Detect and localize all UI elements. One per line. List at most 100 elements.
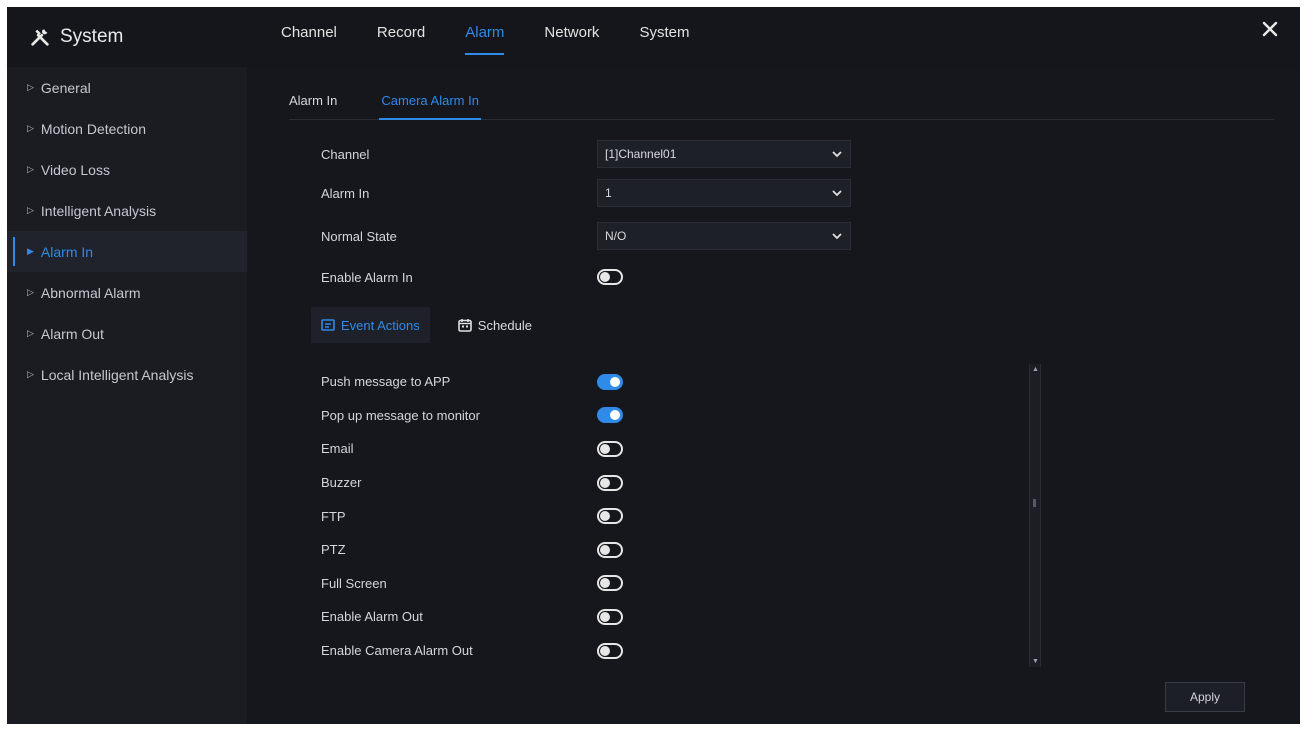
sidebar-item-label: Local Intelligent Analysis <box>40 366 194 383</box>
toggle-knob <box>600 272 610 282</box>
main-panel: Alarm In Camera Alarm In Channel [1]Chan… <box>247 67 1300 724</box>
action-label: FTP <box>321 508 346 524</box>
action-label: Pop up message to monitor <box>321 407 480 423</box>
toggle-knob <box>610 376 620 387</box>
alarm-in-select[interactable]: 1 <box>597 179 851 207</box>
toggle-knob <box>610 410 620 421</box>
nav-system[interactable]: System <box>639 7 689 67</box>
list-item: Email <box>321 432 1041 466</box>
enable-alarm-in-label: Enable Alarm In <box>321 269 413 285</box>
action-tabs: Event Actions Schedule <box>311 307 560 343</box>
sub-tabs: Alarm In Camera Alarm In <box>289 85 1274 120</box>
caret-right-icon: ▶ <box>27 246 34 256</box>
caret-right-icon: ▷ <box>27 205 34 215</box>
list-item: FTP <box>321 499 1041 533</box>
sidebar-item-motion-detection[interactable]: ▷ Motion Detection <box>7 108 247 149</box>
event-actions-label: Event Actions <box>341 317 420 333</box>
scrollbar[interactable]: ▲ ▼ <box>1029 364 1041 667</box>
action-label: Email <box>321 441 354 457</box>
action-label: Push message to APP <box>321 374 451 390</box>
action-label: Enable Alarm Out <box>321 609 423 625</box>
sidebar-item-label: Alarm Out <box>40 325 104 342</box>
tab-event-actions[interactable]: Event Actions <box>311 307 430 343</box>
list-item: PTZ <box>321 533 1041 567</box>
list-item: Enable Camera Alarm Out <box>321 634 1041 668</box>
caret-right-icon: ▷ <box>27 164 34 174</box>
caret-right-icon: ▷ <box>27 123 34 133</box>
normal-state-select[interactable]: N/O <box>597 222 851 250</box>
event-actions-list: Push message to APP Pop up message to mo… <box>321 365 1041 667</box>
push-message-toggle[interactable] <box>597 373 623 390</box>
enable-alarm-in-row: Enable Alarm In <box>321 263 623 291</box>
sidebar-item-intelligent-analysis[interactable]: ▷ Intelligent Analysis <box>7 190 247 231</box>
tab-camera-alarm-in[interactable]: Camera Alarm In <box>379 85 481 120</box>
channel-select[interactable]: [1]Channel01 <box>597 140 851 168</box>
toggle-knob <box>600 645 610 656</box>
list-item: Full Screen <box>321 567 1041 601</box>
action-label: PTZ <box>321 542 346 558</box>
sidebar-item-label: Video Loss <box>40 161 110 178</box>
normal-state-row: Normal State N/O <box>321 222 851 250</box>
scroll-up-icon[interactable]: ▲ <box>1032 366 1039 373</box>
sidebar-item-alarm-in[interactable]: ▶ Alarm In <box>7 231 247 272</box>
normal-state-label: Normal State <box>321 228 397 244</box>
sidebar-item-label: Abnormal Alarm <box>40 284 141 301</box>
sidebar-item-abnormal-alarm[interactable]: ▷ Abnormal Alarm <box>7 272 247 313</box>
brand: System <box>29 17 123 57</box>
sidebar-item-local-intelligent-analysis[interactable]: ▷ Local Intelligent Analysis <box>7 354 247 395</box>
tab-schedule[interactable]: Schedule <box>448 307 542 343</box>
scroll-down-icon[interactable]: ▼ <box>1032 658 1039 665</box>
toggle-knob <box>600 511 610 522</box>
sidebar-item-general[interactable]: ▷ General <box>7 67 247 108</box>
sidebar: ▷ General ▷ Motion Detection ▷ Video Loss ▷… <box>7 67 247 724</box>
toggle-knob <box>600 544 610 555</box>
app-title: System <box>60 26 124 47</box>
event-actions-icon <box>321 319 335 331</box>
sidebar-item-video-loss[interactable]: ▷ Video Loss <box>7 149 247 190</box>
caret-right-icon: ▷ <box>27 369 34 379</box>
sidebar-item-label: General <box>40 79 91 96</box>
action-label: Buzzer <box>321 475 362 491</box>
calendar-icon <box>457 319 472 332</box>
nav-network[interactable]: Network <box>544 7 599 67</box>
scroll-thumb[interactable] <box>1033 499 1036 507</box>
list-item: Enable Alarm Out <box>321 600 1041 634</box>
nav-record[interactable]: Record <box>377 7 425 67</box>
main-nav: Channel Record Alarm Network System <box>281 7 729 67</box>
channel-value: [1]Channel01 <box>605 147 677 161</box>
list-item: Push message to APP <box>321 365 1041 399</box>
nav-alarm[interactable]: Alarm <box>465 7 505 67</box>
buzzer-toggle[interactable] <box>597 474 623 491</box>
toggle-knob <box>600 578 610 589</box>
popup-message-toggle[interactable] <box>597 407 623 424</box>
settings-window: System Channel Record Alarm Network Syst… <box>7 7 1300 724</box>
list-item: Buzzer <box>321 466 1041 500</box>
caret-right-icon: ▷ <box>27 287 34 297</box>
ptz-toggle[interactable] <box>597 541 623 558</box>
normal-state-value: N/O <box>605 229 627 243</box>
channel-label: Channel <box>321 146 370 162</box>
enable-camera-alarm-out-toggle[interactable] <box>597 642 623 659</box>
sidebar-item-label: Alarm In <box>40 243 94 260</box>
chevron-down-icon <box>832 151 842 158</box>
toggle-knob <box>600 611 610 622</box>
tools-icon <box>31 29 49 46</box>
full-screen-toggle[interactable] <box>597 575 623 592</box>
sidebar-item-alarm-out[interactable]: ▷ Alarm Out <box>7 313 247 354</box>
enable-alarm-in-toggle[interactable] <box>597 269 623 285</box>
tab-alarm-in[interactable]: Alarm In <box>289 85 337 119</box>
enable-alarm-out-toggle[interactable] <box>597 608 623 625</box>
schedule-label: Schedule <box>477 317 532 333</box>
email-toggle[interactable] <box>597 440 623 457</box>
apply-button[interactable]: Apply <box>1165 682 1245 712</box>
toggle-knob <box>600 477 610 488</box>
caret-right-icon: ▷ <box>27 82 34 92</box>
sidebar-item-label: Intelligent Analysis <box>40 202 157 219</box>
close-icon[interactable] <box>1258 17 1282 41</box>
toggle-knob <box>600 443 610 454</box>
chevron-down-icon <box>832 190 842 197</box>
nav-channel[interactable]: Channel <box>281 7 337 67</box>
action-label: Enable Camera Alarm Out <box>321 643 473 659</box>
ftp-toggle[interactable] <box>597 508 623 525</box>
top-bar: System Channel Record Alarm Network Syst… <box>7 7 1300 67</box>
